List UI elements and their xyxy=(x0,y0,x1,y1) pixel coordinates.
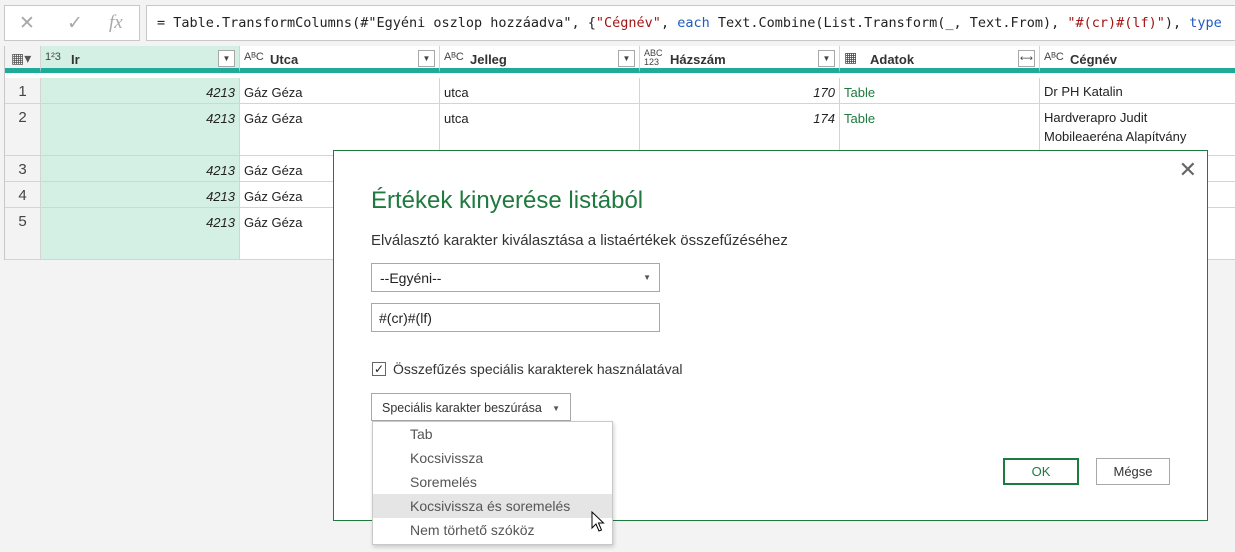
filter-dropdown-icon[interactable]: ▼ xyxy=(618,50,635,67)
filter-dropdown-icon[interactable]: ▼ xyxy=(418,50,435,67)
table-menu-button[interactable]: ▦▾ xyxy=(5,46,41,73)
column-header-utca[interactable]: AᴮC Utca ▼ xyxy=(240,46,440,73)
cell-jelleg: utca xyxy=(440,78,640,103)
close-icon[interactable]: ✕ xyxy=(1179,157,1197,183)
cell-ir: 4213 xyxy=(41,156,240,181)
filter-dropdown-icon[interactable]: ▼ xyxy=(818,50,835,67)
menu-item[interactable]: Kocsivissza és soremelés xyxy=(373,494,612,518)
menu-item[interactable]: Nem törhető szóköz xyxy=(373,518,612,542)
chevron-down-icon: ▼ xyxy=(643,273,651,282)
special-chars-checkbox[interactable]: ✓ xyxy=(372,362,386,376)
fx-icon[interactable]: fx xyxy=(109,12,123,34)
formula-bar-buttons: ✕ ✓ fx xyxy=(4,5,140,41)
formula-token: Text.Combine(List.Transform(_, Text.From… xyxy=(709,15,1068,31)
formula-token: ), xyxy=(1164,15,1190,31)
chevron-down-icon: ▼ xyxy=(552,404,560,413)
row-number: 2 xyxy=(5,104,41,155)
cegnev-line: Mobileaeréna Alapítvány xyxy=(1044,129,1187,144)
cell-ir: 4213 xyxy=(41,78,240,103)
row-number: 4 xyxy=(5,182,41,207)
formula-token: , xyxy=(660,15,678,31)
menu-item[interactable]: Tab xyxy=(373,422,612,446)
menu-item[interactable]: Kocsivissza xyxy=(373,446,612,470)
mouse-cursor-icon xyxy=(591,511,605,532)
cell-adatok[interactable]: Table xyxy=(840,104,1040,155)
column-header-cegnev[interactable]: AᴮC Cégnév xyxy=(1040,46,1235,73)
filter-dropdown-icon[interactable]: ▼ xyxy=(218,50,235,67)
formula-token: = Table.TransformColumns(#"Egyéni oszlop… xyxy=(157,15,596,31)
column-header-hazszam[interactable]: ABC 123 Házszám ▼ xyxy=(640,46,840,73)
cell-utca: Gáz Géza xyxy=(240,78,440,103)
number-type-icon: 1²3 xyxy=(45,51,61,63)
menu-item[interactable]: Soremelés xyxy=(373,470,612,494)
insert-special-char-label: Speciális karakter beszúrása xyxy=(382,401,542,415)
formula-token: "#(cr)#(lf)" xyxy=(1067,15,1165,31)
custom-separator-input[interactable]: #(cr)#(lf) xyxy=(371,303,660,332)
formula-token: "Cégnév" xyxy=(595,15,661,31)
column-header-jelleg[interactable]: AᴮC Jelleg ▼ xyxy=(440,46,640,73)
cell-hazszam: 170 xyxy=(640,78,840,103)
column-header-adatok[interactable]: ▦ Adatok ⟷ xyxy=(840,46,1040,73)
column-name: Cégnév xyxy=(1070,52,1117,67)
column-header-ir[interactable]: 1²3 Ir ▼ xyxy=(41,46,240,73)
cell-jelleg: utca xyxy=(440,104,640,155)
text-type-icon: AᴮC xyxy=(1044,51,1064,63)
row-number: 3 xyxy=(5,156,41,181)
table-row[interactable]: 1 4213 Gáz Géza utca 170 Table Dr PH Katalin xyxy=(5,78,1235,104)
formula-bar: ✕ ✓ fx = Table.TransformColumns(#"Egyéni… xyxy=(0,0,1235,46)
cell-ir: 4213 xyxy=(41,182,240,207)
text-type-icon: AᴮC xyxy=(444,51,464,63)
cell-adatok[interactable]: Table xyxy=(840,78,1040,103)
column-name: Ir xyxy=(71,52,80,67)
cancel-icon[interactable]: ✕ xyxy=(19,12,35,35)
cell-utca: Gáz Géza xyxy=(240,104,440,155)
column-name: Adatok xyxy=(870,52,915,67)
formula-token: each xyxy=(677,15,710,31)
text-type-icon: AᴮC xyxy=(244,51,264,63)
table-icon: ▦▾ xyxy=(11,50,32,66)
cell-cegnev: Hardverapro Judit Mobileaeréna Alapítvány xyxy=(1040,104,1235,155)
cell-hazszam: 174 xyxy=(640,104,840,155)
formula-token: type xyxy=(1189,15,1222,31)
dialog-subtitle: Elválasztó karakter kiválasztása a lista… xyxy=(371,232,788,249)
row-number: 5 xyxy=(5,208,41,259)
cell-ir: 4213 xyxy=(41,104,240,155)
table-type-icon: ▦ xyxy=(844,49,858,65)
confirm-icon[interactable]: ✓ xyxy=(67,12,83,35)
cell-ir: 4213 xyxy=(41,208,240,259)
checkbox-label: Összefűzés speciális karakterek használa… xyxy=(393,361,683,377)
column-name: Házszám xyxy=(670,52,726,67)
separator-select-value: --Egyéni-- xyxy=(380,270,442,286)
column-name: Jelleg xyxy=(470,52,507,67)
cegnev-line: Dr PH Katalin xyxy=(1044,84,1123,99)
expand-icon[interactable]: ⟷ xyxy=(1018,50,1035,67)
insert-special-char-button[interactable]: Speciális karakter beszúrása ▼ xyxy=(371,393,571,421)
column-name: Utca xyxy=(270,52,299,67)
cancel-button[interactable]: Mégse xyxy=(1096,458,1170,485)
ok-button[interactable]: OK xyxy=(1003,458,1079,485)
dialog-title: Értékek kinyerése listából xyxy=(371,187,644,214)
formula-input[interactable]: = Table.TransformColumns(#"Egyéni oszlop… xyxy=(146,5,1235,41)
table-row[interactable]: 2 4213 Gáz Géza utca 174 Table Hardverapro Jud… xyxy=(5,104,1235,156)
special-char-menu: Tab Kocsivissza Soremelés Kocsivissza és so… xyxy=(372,421,613,545)
cell-cegnev: Dr PH Katalin xyxy=(1040,78,1235,103)
row-number: 1 xyxy=(5,78,41,103)
any-type-icon: ABC 123 xyxy=(644,48,663,67)
separator-select[interactable]: --Egyéni-- ▼ xyxy=(371,263,660,292)
